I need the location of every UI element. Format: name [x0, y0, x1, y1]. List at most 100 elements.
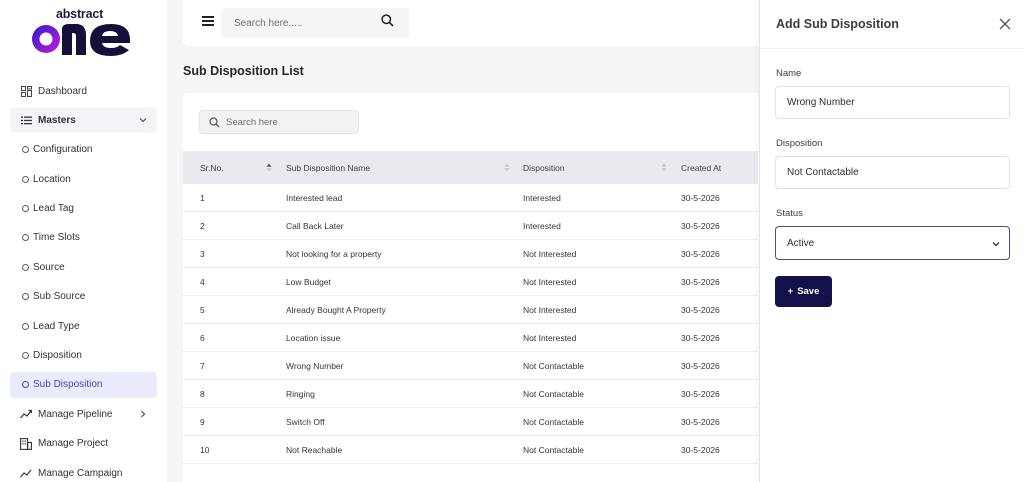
column-header-label: Sr.No. [200, 162, 224, 173]
panel-title: Add Sub Disposition [776, 17, 899, 31]
cell-disposition: Not Interested [523, 248, 577, 259]
cell-created-at: 30-5-2026 [681, 220, 720, 231]
column-header-created-at[interactable]: Created At [664, 151, 758, 184]
sidebar-item-manage-project[interactable]: Manage Project [10, 431, 157, 457]
cell-disposition: Interested [523, 192, 561, 203]
column-header-sub-disposition-name[interactable]: Sub Disposition Name [269, 151, 510, 184]
campaign-icon [20, 467, 32, 479]
cell-created-at: 30-5-2026 [681, 416, 720, 427]
cell-disposition: Not Contactable [523, 360, 584, 371]
table-row[interactable]: 3 Not looking for a property Not Intereste… [183, 240, 758, 268]
table-search-input[interactable] [226, 114, 352, 130]
sidebar-item-label: Manage Campaign [38, 467, 123, 479]
sidebar-item-label: Manage Pipeline [38, 408, 113, 420]
cell-disposition: Not Interested [523, 304, 577, 315]
sub-disposition-table: Sr.No. Sub Disposition Name Disposition … [183, 151, 758, 464]
circle-bullet-icon [22, 352, 29, 360]
cell-sr-no: 3 [200, 248, 205, 259]
name-label: Name [776, 68, 802, 79]
table-header: Sr.No. Sub Disposition Name Disposition … [183, 151, 758, 184]
cell-sub-disposition-name: Ringing [286, 388, 315, 399]
column-header-label: Sub Disposition Name [286, 162, 371, 173]
sidebar-item-label: Time Slots [33, 232, 80, 244]
table-body: 1 Interested lead Interested 30-5-2026 2 Call… [183, 184, 758, 464]
brand-logo-mark [32, 24, 130, 56]
table-row[interactable]: 4 Low Budget Not Interested 30-5-2026 [183, 268, 758, 296]
sidebar-item-label: Configuration [33, 144, 93, 156]
sidebar-item-location[interactable]: Location [10, 166, 157, 192]
sidebar-item-masters[interactable]: Masters [10, 107, 157, 134]
cell-sub-disposition-name: Call Back Later [286, 220, 344, 231]
save-button[interactable]: + Save [775, 276, 832, 307]
cell-sr-no: 7 [200, 360, 205, 371]
cell-disposition: Not Contactable [523, 388, 584, 399]
cell-sub-disposition-name: Not looking for a property [286, 248, 382, 259]
table-search[interactable] [199, 110, 359, 134]
sidebar-item-dashboard[interactable]: Dashboard [10, 78, 157, 104]
building-icon [20, 437, 32, 450]
sidebar-item-manage-pipeline[interactable]: Manage Pipeline [10, 401, 157, 427]
search-icon[interactable] [381, 14, 394, 27]
cell-sr-no: 10 [200, 444, 210, 455]
table-row[interactable]: 5 Already Bought A Property Not Interested… [183, 296, 758, 324]
close-icon[interactable] [998, 17, 1012, 31]
top-bar [183, 0, 783, 46]
panel-header: Add Sub Disposition [760, 0, 1024, 49]
list-icon [20, 114, 32, 126]
table-row[interactable]: 10 Not Reachable Not Contactable 30-5-2026 [183, 436, 758, 464]
brand-logo[interactable]: abstract [32, 7, 136, 59]
column-header-sr-no[interactable]: Sr.No. [183, 151, 272, 184]
sidebar-item-lead-type[interactable]: Lead Type [10, 313, 157, 339]
cell-sr-no: 9 [200, 416, 205, 427]
chevron-right-icon [141, 410, 146, 418]
cell-sub-disposition-name: Switch Off [286, 416, 325, 427]
cell-disposition: Not Contactable [523, 444, 584, 455]
table-row[interactable]: 8 Ringing Not Contactable 30-5-2026 [183, 380, 758, 408]
sidebar-item-manage-campaign[interactable]: Manage Campaign [10, 460, 157, 482]
sidebar-item-sub-disposition[interactable]: Sub Disposition [10, 371, 157, 398]
save-button-label: Save [797, 286, 820, 297]
sidebar-item-label: Lead Type [33, 320, 80, 332]
cell-created-at: 30-5-2026 [681, 192, 720, 203]
sidebar-item-disposition[interactable]: Disposition [10, 343, 157, 369]
chevron-down-icon [992, 242, 1000, 247]
table-row[interactable]: 6 Location issue Not Interested 30-5-2026 [183, 324, 758, 352]
disposition-field[interactable] [775, 156, 1010, 189]
cell-sub-disposition-name: Wrong Number [286, 360, 344, 371]
cell-sr-no: 5 [200, 304, 205, 315]
sidebar-item-lead-tag[interactable]: Lead Tag [10, 196, 157, 222]
table-row[interactable]: 2 Call Back Later Interested 30-5-2026 [183, 212, 758, 240]
cell-disposition: Not Interested [523, 276, 577, 287]
sidebar-item-configuration[interactable]: Configuration [10, 137, 157, 163]
circle-bullet-icon [22, 293, 29, 301]
cell-created-at: 30-5-2026 [681, 360, 720, 371]
hamburger-menu-icon[interactable] [202, 16, 214, 26]
sidebar-item-label: Manage Project [38, 438, 109, 450]
cell-disposition: Not Interested [523, 332, 577, 343]
sidebar-item-sub-source[interactable]: Sub Source [10, 284, 157, 310]
table-row[interactable]: 9 Switch Off Not Contactable 30-5-2026 [183, 408, 758, 436]
table-card: Sr.No. Sub Disposition Name Disposition … [183, 93, 783, 482]
name-field[interactable] [775, 86, 1010, 119]
table-row[interactable]: 1 Interested lead Interested 30-5-2026 [183, 184, 758, 212]
status-selected-value: Active [787, 238, 815, 249]
cell-created-at: 30-5-2026 [681, 276, 720, 287]
cell-sub-disposition-name: Low Budget [286, 276, 331, 287]
sidebar-item-label: Source [33, 261, 65, 273]
cell-sr-no: 2 [200, 220, 205, 231]
sidebar-item-source[interactable]: Source [10, 254, 157, 280]
sidebar: abstract Dashboard Masters Configuration… [0, 0, 167, 482]
cell-created-at: 30-5-2026 [681, 304, 720, 315]
cell-sr-no: 1 [200, 192, 205, 203]
sidebar-item-label: Location [33, 173, 71, 185]
plus-icon: + [787, 286, 794, 297]
circle-bullet-icon [22, 175, 29, 183]
cell-sub-disposition-name: Interested lead [286, 192, 343, 203]
sidebar-item-label: Disposition [33, 350, 82, 362]
status-select[interactable]: Active [775, 226, 1010, 260]
sidebar-item-time-slots[interactable]: Time Slots [10, 225, 157, 251]
table-row[interactable]: 7 Wrong Number Not Contactable 30-5-2026 [183, 352, 758, 380]
column-header-disposition[interactable]: Disposition [506, 151, 667, 184]
cell-created-at: 30-5-2026 [681, 248, 720, 259]
disposition-label: Disposition [776, 138, 823, 149]
